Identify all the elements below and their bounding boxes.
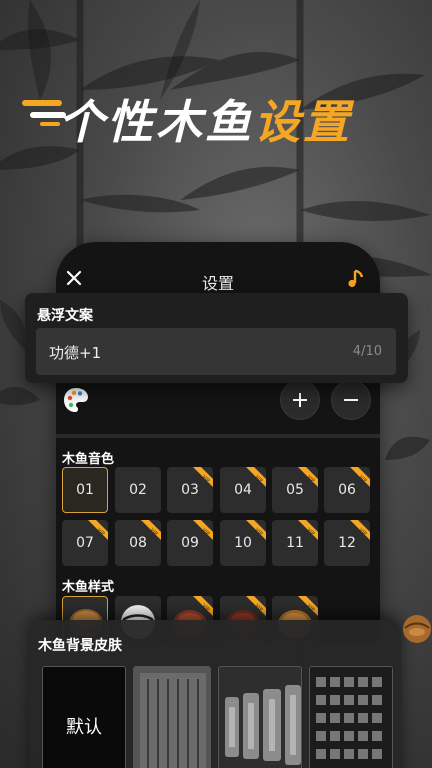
sound-option-01[interactable]: 01 [62,467,108,513]
minus-icon [344,399,358,401]
sound-option-03[interactable]: 03 VIP [167,467,213,513]
top-bar: 设置 [56,266,380,296]
sound-option-11[interactable]: 11 VIP [272,520,318,566]
stone-tablet-image [134,667,210,768]
sound-option-06[interactable]: 06 VIP [324,467,370,513]
sound-option-10[interactable]: 10 VIP [220,520,266,566]
floating-text-input[interactable]: 功德+1 4/10 [36,328,396,375]
sound-option-label: 01 [76,482,94,498]
floating-text-label: 悬浮文案 [37,308,93,324]
skin-option-default[interactable]: 默认 [42,666,126,768]
sound-option-12[interactable]: 12 VIP [324,520,370,566]
sound-option-04[interactable]: 04 VIP [220,467,266,513]
vip-badge-icon: VIP [88,520,108,540]
vip-badge-icon: VIP [298,596,318,616]
palette-icon[interactable] [62,386,90,414]
sound-option-05[interactable]: 05 VIP [272,467,318,513]
vip-badge-icon: VIP [246,596,266,616]
vip-badge-icon: VIP [246,520,266,540]
calligraphy-image [310,667,392,768]
background-section-title: 木鱼背景皮肤 [38,638,122,654]
skin-default-label: 默认 [66,717,102,738]
background-skin-sheet: 木鱼背景皮肤 默认 [29,620,401,768]
vip-badge-icon: VIP [350,467,370,487]
vip-badge-icon: VIP [193,467,213,487]
plus-icon [293,393,307,407]
divider [56,434,380,438]
sound-option-08[interactable]: 08 VIP [115,520,161,566]
headline-text: 个性木鱼设置 [58,86,352,152]
sound-option-09[interactable]: 09 VIP [167,520,213,566]
increase-button[interactable] [280,380,320,420]
skin-option-prayer-wheels[interactable] [218,666,302,768]
vip-badge-icon: VIP [193,520,213,540]
sound-option-label: 02 [129,482,147,498]
skin-option-calligraphy[interactable] [309,666,393,768]
vip-badge-icon: VIP [298,520,318,540]
character-counter: 4/10 [352,344,382,359]
floating-text-value: 功德+1 [49,344,102,362]
headline-white: 个性木鱼 [58,95,254,149]
page-title: 设置 [201,274,234,293]
skin-option-stone-tablet[interactable] [133,666,211,768]
vip-badge-icon: VIP [298,467,318,487]
style-section-title: 木鱼样式 [62,580,115,595]
sound-option-02[interactable]: 02 [115,467,161,513]
vip-badge-icon: VIP [350,520,370,540]
sound-section-title: 木鱼音色 [62,452,115,467]
sound-option-07[interactable]: 07 VIP [62,520,108,566]
vip-badge-icon: VIP [141,520,161,540]
headline-orange: 设置 [254,95,352,149]
floating-fish-icon[interactable] [402,614,432,644]
floating-text-card: 悬浮文案 功德+1 4/10 [25,293,408,383]
vip-badge-icon: VIP [246,467,266,487]
prayer-wheels-image [219,667,301,768]
vip-badge-icon: VIP [193,596,213,616]
headline: 个性木鱼设置 [0,78,432,149]
music-note-icon[interactable] [346,268,366,290]
decrease-button[interactable] [331,380,371,420]
